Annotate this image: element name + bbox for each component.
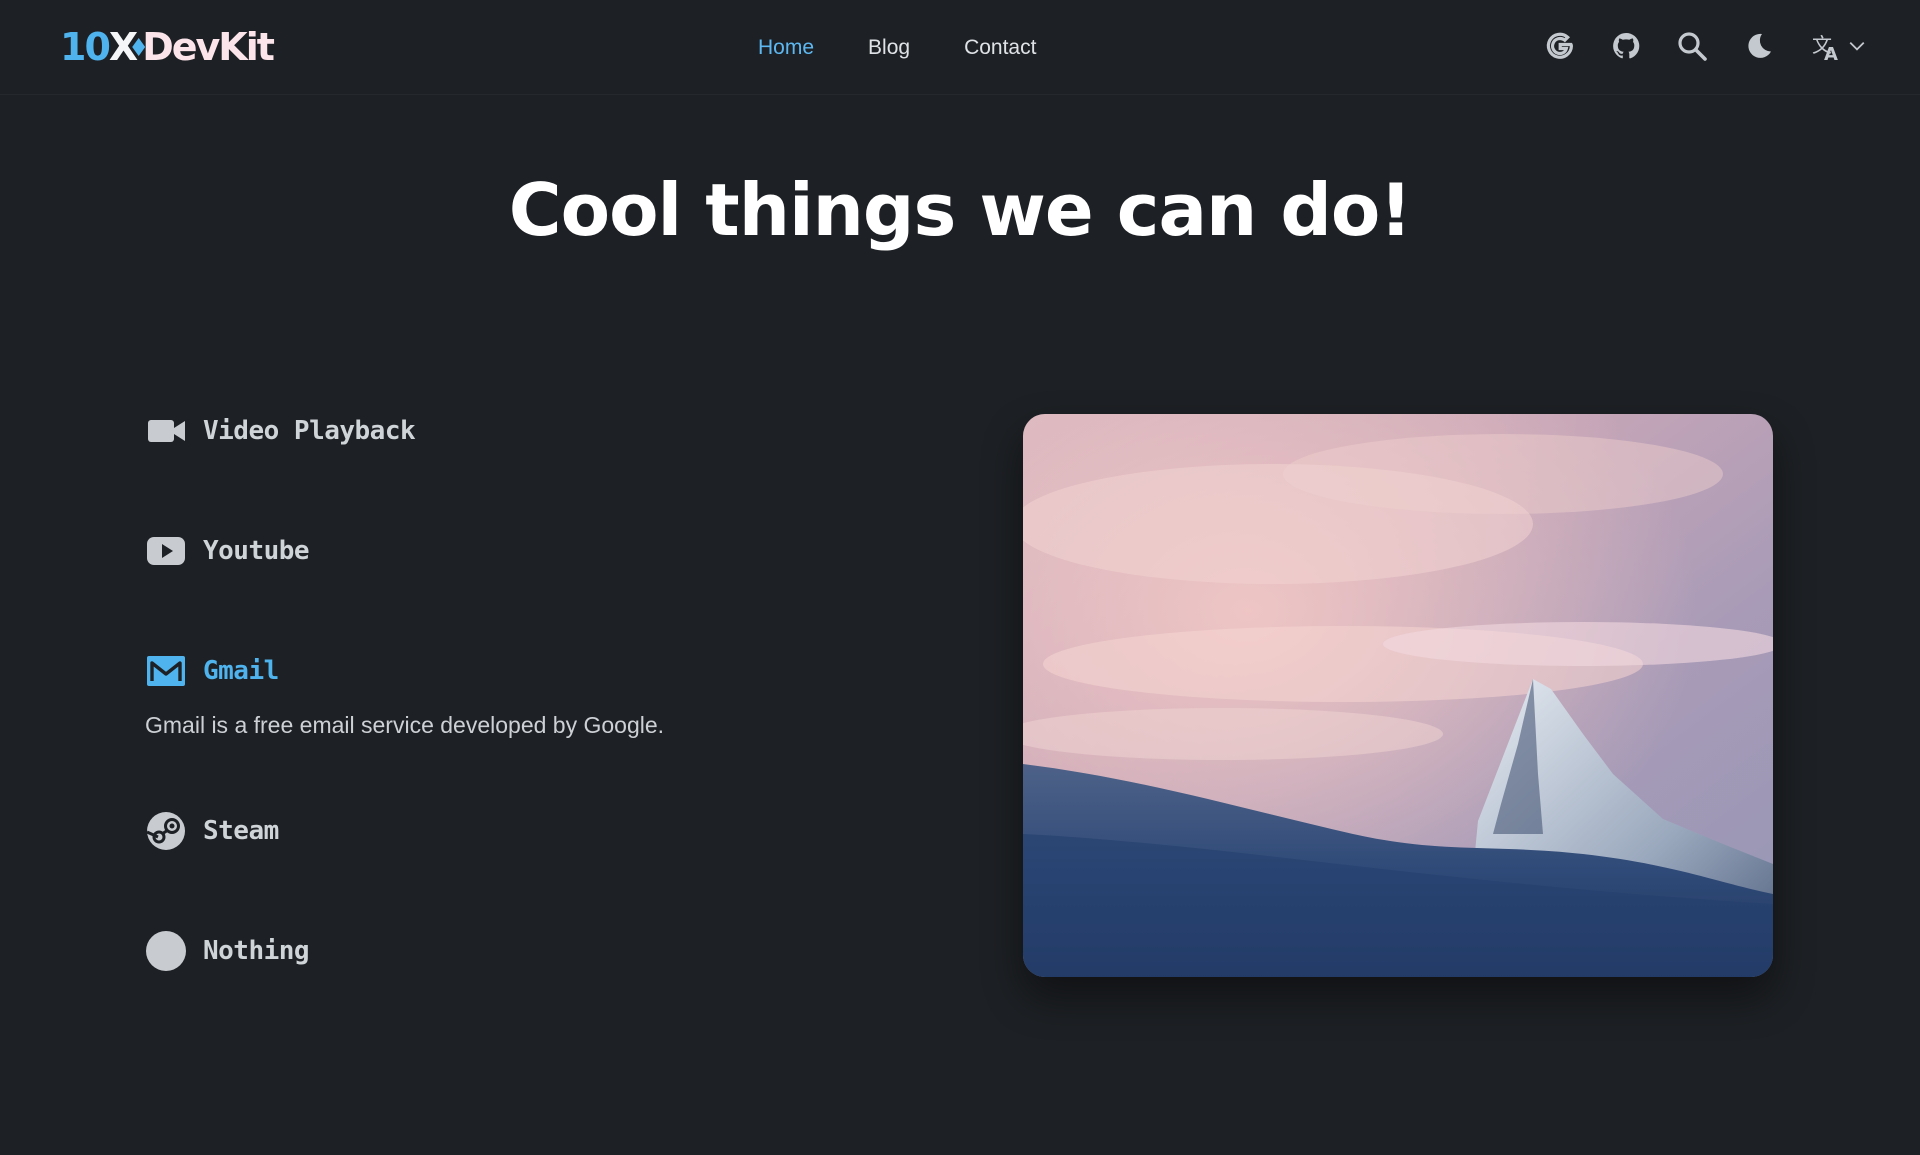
feature-label: Video Playback — [203, 416, 416, 446]
steam-icon — [145, 810, 187, 852]
video-camera-icon — [145, 410, 187, 452]
feature-label: Steam — [203, 816, 279, 846]
circle-icon — [145, 930, 187, 972]
feature-label: Gmail — [203, 656, 279, 686]
feature-nothing[interactable]: Nothing — [145, 930, 310, 972]
main-nav: Home Blog Contact — [758, 34, 1036, 62]
top-navbar: 10 X DevKit Home Blog Contact 文A — [0, 0, 1920, 95]
feature-description: Gmail is a free email service developed … — [145, 712, 665, 738]
github-icon[interactable] — [1608, 28, 1644, 64]
page-title: Cool things we can do! — [508, 168, 1412, 252]
translate-icon: 文A — [1812, 33, 1838, 62]
nav-home-link[interactable]: Home — [758, 34, 814, 62]
nav-contact-link[interactable]: Contact — [964, 34, 1036, 62]
feature-steam[interactable]: Steam — [145, 810, 279, 852]
feature-youtube[interactable]: Youtube — [145, 530, 310, 572]
chevron-down-icon — [1849, 41, 1865, 51]
nav-blog-link[interactable]: Blog — [868, 34, 910, 62]
svg-text:A: A — [1824, 44, 1838, 62]
youtube-icon — [145, 530, 187, 572]
gmail-icon — [145, 650, 187, 692]
feature-preview-image — [1023, 414, 1773, 977]
feature-gmail[interactable]: Gmail — [145, 650, 279, 692]
search-icon[interactable] — [1674, 28, 1710, 64]
logo-name: DevKit — [142, 25, 275, 69]
logo-x: X — [109, 24, 146, 70]
google-icon[interactable] — [1542, 28, 1578, 64]
logo-number: 10 — [60, 25, 111, 69]
toolbar: 文A — [1542, 28, 1870, 64]
feature-label: Nothing — [203, 936, 310, 966]
moon-icon[interactable] — [1740, 28, 1776, 64]
feature-video-playback[interactable]: Video Playback — [145, 410, 416, 452]
brand-logo[interactable]: 10 X DevKit — [60, 24, 275, 70]
language-selector[interactable]: 文A — [1806, 28, 1870, 64]
feature-label: Youtube — [203, 536, 310, 566]
